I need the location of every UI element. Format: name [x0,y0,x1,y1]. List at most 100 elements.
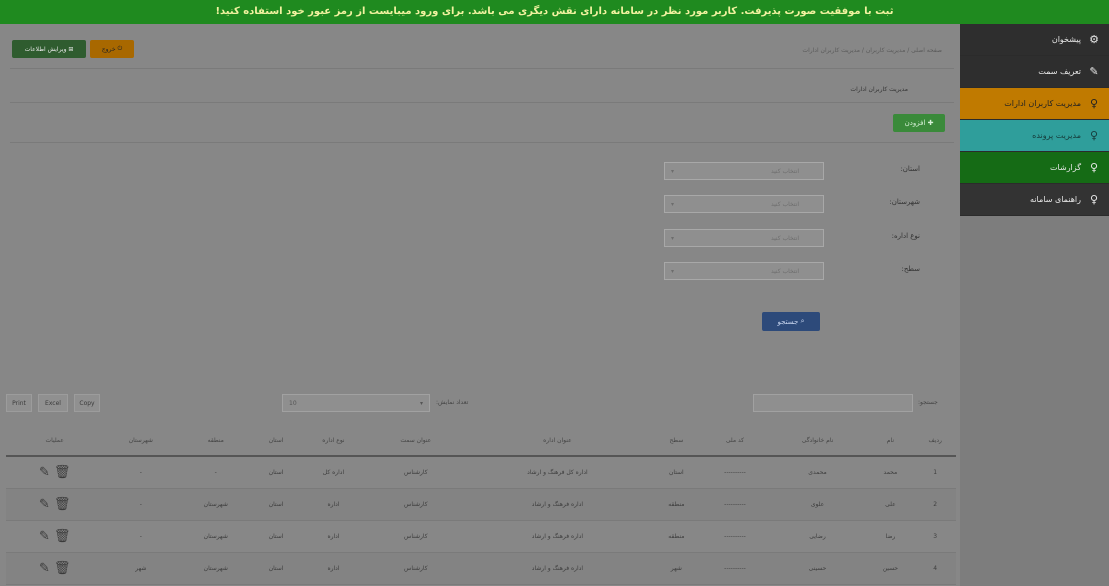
column-header[interactable]: نام [866,426,915,457]
users-table: ردیف نام نام خانوادگی کد ملی سطح عنوان ا… [6,426,956,585]
chevron-down-icon: ▾ [671,234,675,242]
province-filter: استان: انتخاب کنید ▾ [660,162,920,180]
column-header[interactable]: عنوان اداره [463,426,652,457]
power-icon: ⏻ [115,45,123,52]
search-button-label: جستجو [777,317,799,326]
print-button[interactable]: Print [6,394,32,412]
table-cell: محمد [866,456,915,489]
sidebar-item-label: گزارشات [1050,163,1081,172]
delete-icon[interactable]: 🗑 [54,529,71,544]
table-cell: - [178,456,254,489]
city-select-value: انتخاب کنید [770,200,799,208]
search-button[interactable]: ⌕ جستجو [762,312,820,331]
column-header[interactable]: شهرستان [103,426,179,457]
sidebar-item-define-position[interactable]: ✎ تعریف سمت [960,56,1109,88]
success-alert-banner: ثبت با موفقیت صورت پذیرفت. کاربر مورد نظ… [0,0,1109,24]
column-header[interactable]: کد ملی [701,426,769,457]
delete-icon[interactable]: 🗑 [54,465,71,480]
table-cell: اداره فرهنگ و ارشاد [463,552,652,585]
delete-icon[interactable]: 🗑 [54,497,71,512]
column-header[interactable]: سطح [651,426,702,457]
table-cell: ---------- [701,488,769,521]
province-label: استان: [900,165,920,173]
province-select-value: انتخاب کنید [770,167,799,175]
edit-icon[interactable]: ✎ [39,561,50,576]
actions-cell: 🗑 ✎ [6,520,104,553]
sidebar-menu: ⚙ پیشخوان ✎ تعریف سمت ♀ مدیریت کاربران ا… [960,24,1109,216]
column-header[interactable]: عنوان سمت [368,426,464,457]
table-cell: حسینی [768,552,867,585]
office-type-select[interactable]: انتخاب کنید ▾ [664,229,824,247]
table-search-label: جستجو: [918,399,938,406]
level-select-value: انتخاب کنید [770,267,799,275]
column-header[interactable]: نوع اداره [298,426,369,457]
table-cell: - [103,488,179,521]
sidebar-item-label: مدیریت کاربران ادارات [1004,99,1081,108]
sidebar-item-manage-case[interactable]: ♀ مدیریت پرونده [960,120,1109,152]
edit-icon[interactable]: ✎ [39,465,50,480]
city-filter: شهرستان: انتخاب کنید ▾ [660,195,920,213]
edit-profile-button[interactable]: ⊞ ویرایش اطلاعات [12,40,86,58]
table-cell: استان [651,456,702,489]
delete-icon[interactable]: 🗑 [54,561,71,576]
divider [10,102,954,103]
column-header[interactable]: استان [253,426,299,457]
sidebar-item-help[interactable]: ♀ راهنمای سامانه [960,184,1109,216]
edit-icon[interactable]: ✎ [39,529,50,544]
exit-label: خروج [101,45,116,53]
table-toolbar: Print Excel Copy ▾ 10 تعداد نمایش: جستجو… [6,394,956,414]
copy-button[interactable]: Copy [74,394,100,412]
city-label: شهرستان: [889,198,920,206]
level-filter: سطح: انتخاب کنید ▾ [660,262,920,280]
table-search-input[interactable] [753,394,913,412]
table-cell: علی [866,488,915,521]
table-cell: استان [253,552,299,585]
sidebar-item-reports[interactable]: ♀ گزارشات [960,152,1109,184]
table-cell: منطقه [651,488,702,521]
exit-button[interactable]: ⏻ خروج [90,40,134,58]
add-button[interactable]: ✚ افزودن [893,114,945,132]
table-cell: شهر [103,552,179,585]
table-cell: شهرستان [178,552,254,585]
search-icon: ⌕ [798,317,805,325]
chevron-down-icon: ▾ [419,399,423,407]
main-content: صفحه اصلی / مدیریت کاربران / مدیریت کارب… [0,24,960,586]
lightbulb-icon: ♀ [1089,97,1099,110]
table-cell: اداره فرهنگ و ارشاد [463,488,652,521]
divider [10,142,954,143]
sidebar-item-dashboard[interactable]: ⚙ پیشخوان [960,24,1109,56]
table-cell: اداره [298,552,369,585]
table-row: 2 علی علوی ---------- منطقه اداره فرهنگ … [6,488,956,521]
excel-button[interactable]: Excel [38,394,68,412]
table-cell: استان [253,488,299,521]
actions-cell: 🗑 ✎ [6,552,104,585]
add-button-label: افزودن [904,119,926,127]
edit-icon[interactable]: ✎ [39,497,50,512]
table-cell: اداره [298,488,369,521]
column-header[interactable]: ردیف [914,426,956,457]
office-type-filter: نوع اداره: انتخاب کنید ▾ [660,229,920,247]
table-cell: استان [253,520,299,553]
table-cell: 1 [914,456,956,489]
city-select[interactable]: انتخاب کنید ▾ [664,195,824,213]
table-cell: شهرستان [178,520,254,553]
page-title: مدیریت کاربران ادارات [850,86,908,93]
table-cell: رضایی [768,520,867,553]
table-cell: اداره کل فرهنگ و ارشاد [463,456,652,489]
province-select[interactable]: انتخاب کنید ▾ [664,162,824,180]
table-cell: اداره فرهنگ و ارشاد [463,520,652,553]
table-header-row: ردیف نام نام خانوادگی کد ملی سطح عنوان ا… [6,426,956,457]
sidebar-item-manage-office-users[interactable]: ♀ مدیریت کاربران ادارات [960,88,1109,120]
edit-profile-label: ویرایش اطلاعات [24,45,67,53]
lightbulb-icon: ♀ [1089,193,1099,206]
column-header[interactable]: نام خانوادگی [768,426,867,457]
page-size-select[interactable]: ▾ 10 [282,394,430,412]
table-cell: - [103,520,179,553]
column-header[interactable]: منطقه [178,426,254,457]
table-cell: ---------- [701,552,769,585]
table-cell: محمدی [768,456,867,489]
level-select[interactable]: انتخاب کنید ▾ [664,262,824,280]
table-cell: اداره کل [298,456,369,489]
table-cell: 4 [914,552,956,585]
table-cell: 3 [914,520,956,553]
